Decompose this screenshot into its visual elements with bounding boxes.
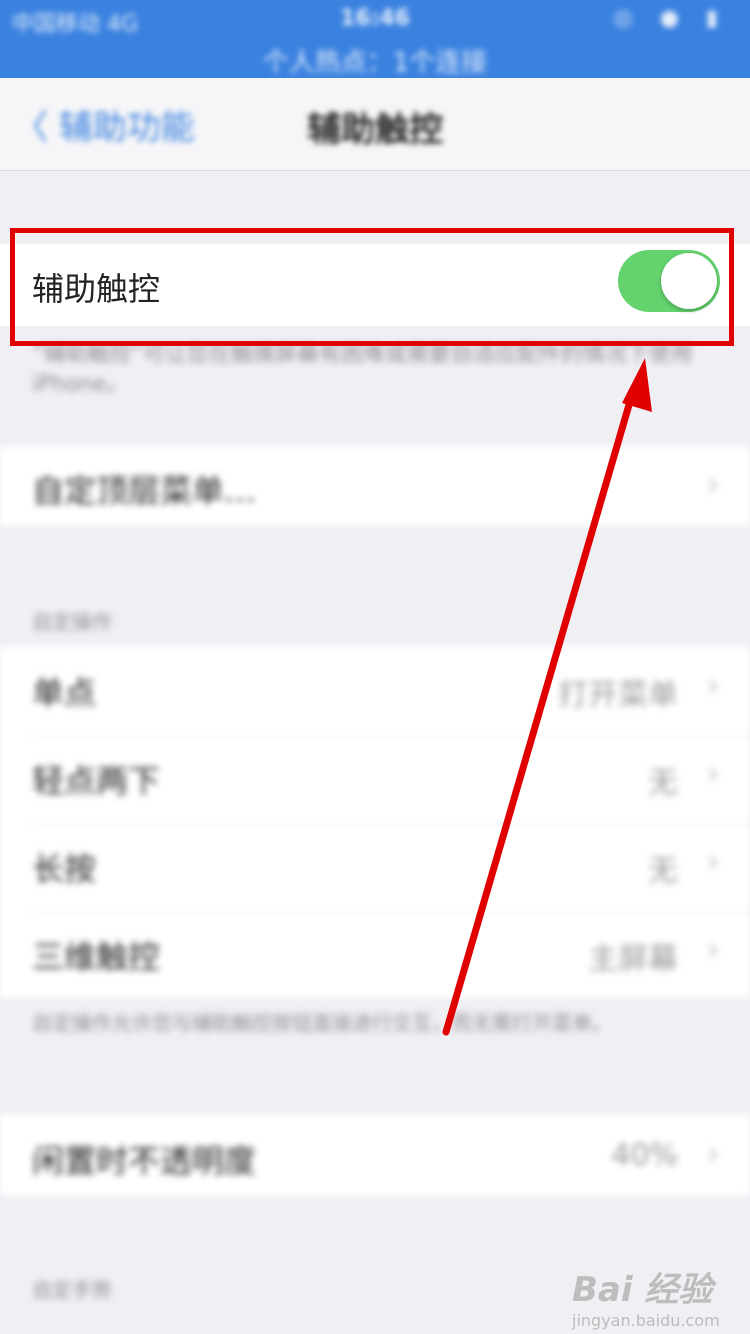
chevron-right-icon: › — [706, 930, 720, 970]
single-tap-value: 打开菜单 — [558, 678, 678, 713]
customize-top-menu-row[interactable]: 自定顶层菜单… › — [0, 446, 750, 526]
chevron-right-icon: › — [706, 1134, 720, 1174]
idle-opacity-row[interactable]: 闲置时不透明度 40% › — [0, 1114, 750, 1196]
chevron-right-icon: › — [706, 666, 720, 706]
hotspot-banner[interactable]: 个人热点：1个连接 — [0, 42, 750, 79]
single-tap-row[interactable]: 单点 打开菜单 › — [0, 646, 750, 734]
assistive-touch-description: “辅助触控”可让您在触摸屏幕有困难或需要自适应配件的情况下使用 iPhone。 — [32, 342, 693, 397]
highlight-box — [10, 228, 734, 346]
carrier-label: 中国移动 4G — [12, 12, 139, 37]
status-time: 16:46 — [340, 6, 411, 31]
long-press-value: 无 — [648, 854, 678, 889]
custom-actions-footnote: 自定操作允许您与辅助触控按钮直接进行交互，而无需打开菜单。 — [32, 1011, 612, 1035]
custom-actions-header: 自定操作 — [32, 610, 112, 634]
double-tap-row[interactable]: 轻点两下 无 › — [0, 734, 750, 822]
double-tap-value: 无 — [648, 766, 678, 801]
3d-touch-value: 主屏幕 — [588, 942, 678, 977]
status-bar: 中国移动 4G 16:46 ◎ ● ▮ 个人热点：1个连接 — [0, 0, 750, 78]
watermark-url: jingyan.baidu.com — [572, 1311, 720, 1330]
custom-gestures-header: 自定手势 — [32, 1278, 112, 1302]
long-press-row[interactable]: 长按 无 › — [0, 822, 750, 910]
navigation-bar: 〈 辅助功能 辅助触控 — [0, 78, 750, 171]
double-tap-label: 轻点两下 — [32, 762, 161, 800]
watermark-logo: Bai 经验 — [572, 1270, 713, 1310]
chevron-right-icon: › — [706, 464, 720, 504]
idle-opacity-value: 40% — [611, 1138, 678, 1173]
3d-touch-row[interactable]: 三维触控 主屏幕 › — [0, 910, 750, 998]
idle-opacity-label: 闲置时不透明度 — [32, 1142, 257, 1180]
custom-actions-group: 单点 打开菜单 › 轻点两下 无 › 长按 无 › 三维触控 主屏幕 › — [0, 646, 750, 998]
long-press-label: 长按 — [32, 850, 97, 888]
baidu-watermark: Bai 经验 jingyan.baidu.com — [572, 1262, 720, 1330]
single-tap-label: 单点 — [32, 674, 97, 712]
page-title: 辅助触控 — [307, 110, 443, 150]
status-icons: ◎ ● ▮ — [613, 6, 728, 31]
3d-touch-label: 三维触控 — [32, 938, 161, 976]
chevron-right-icon: › — [706, 754, 720, 794]
customize-top-menu-label: 自定顶层菜单… — [32, 472, 257, 510]
chevron-right-icon: › — [706, 842, 720, 882]
